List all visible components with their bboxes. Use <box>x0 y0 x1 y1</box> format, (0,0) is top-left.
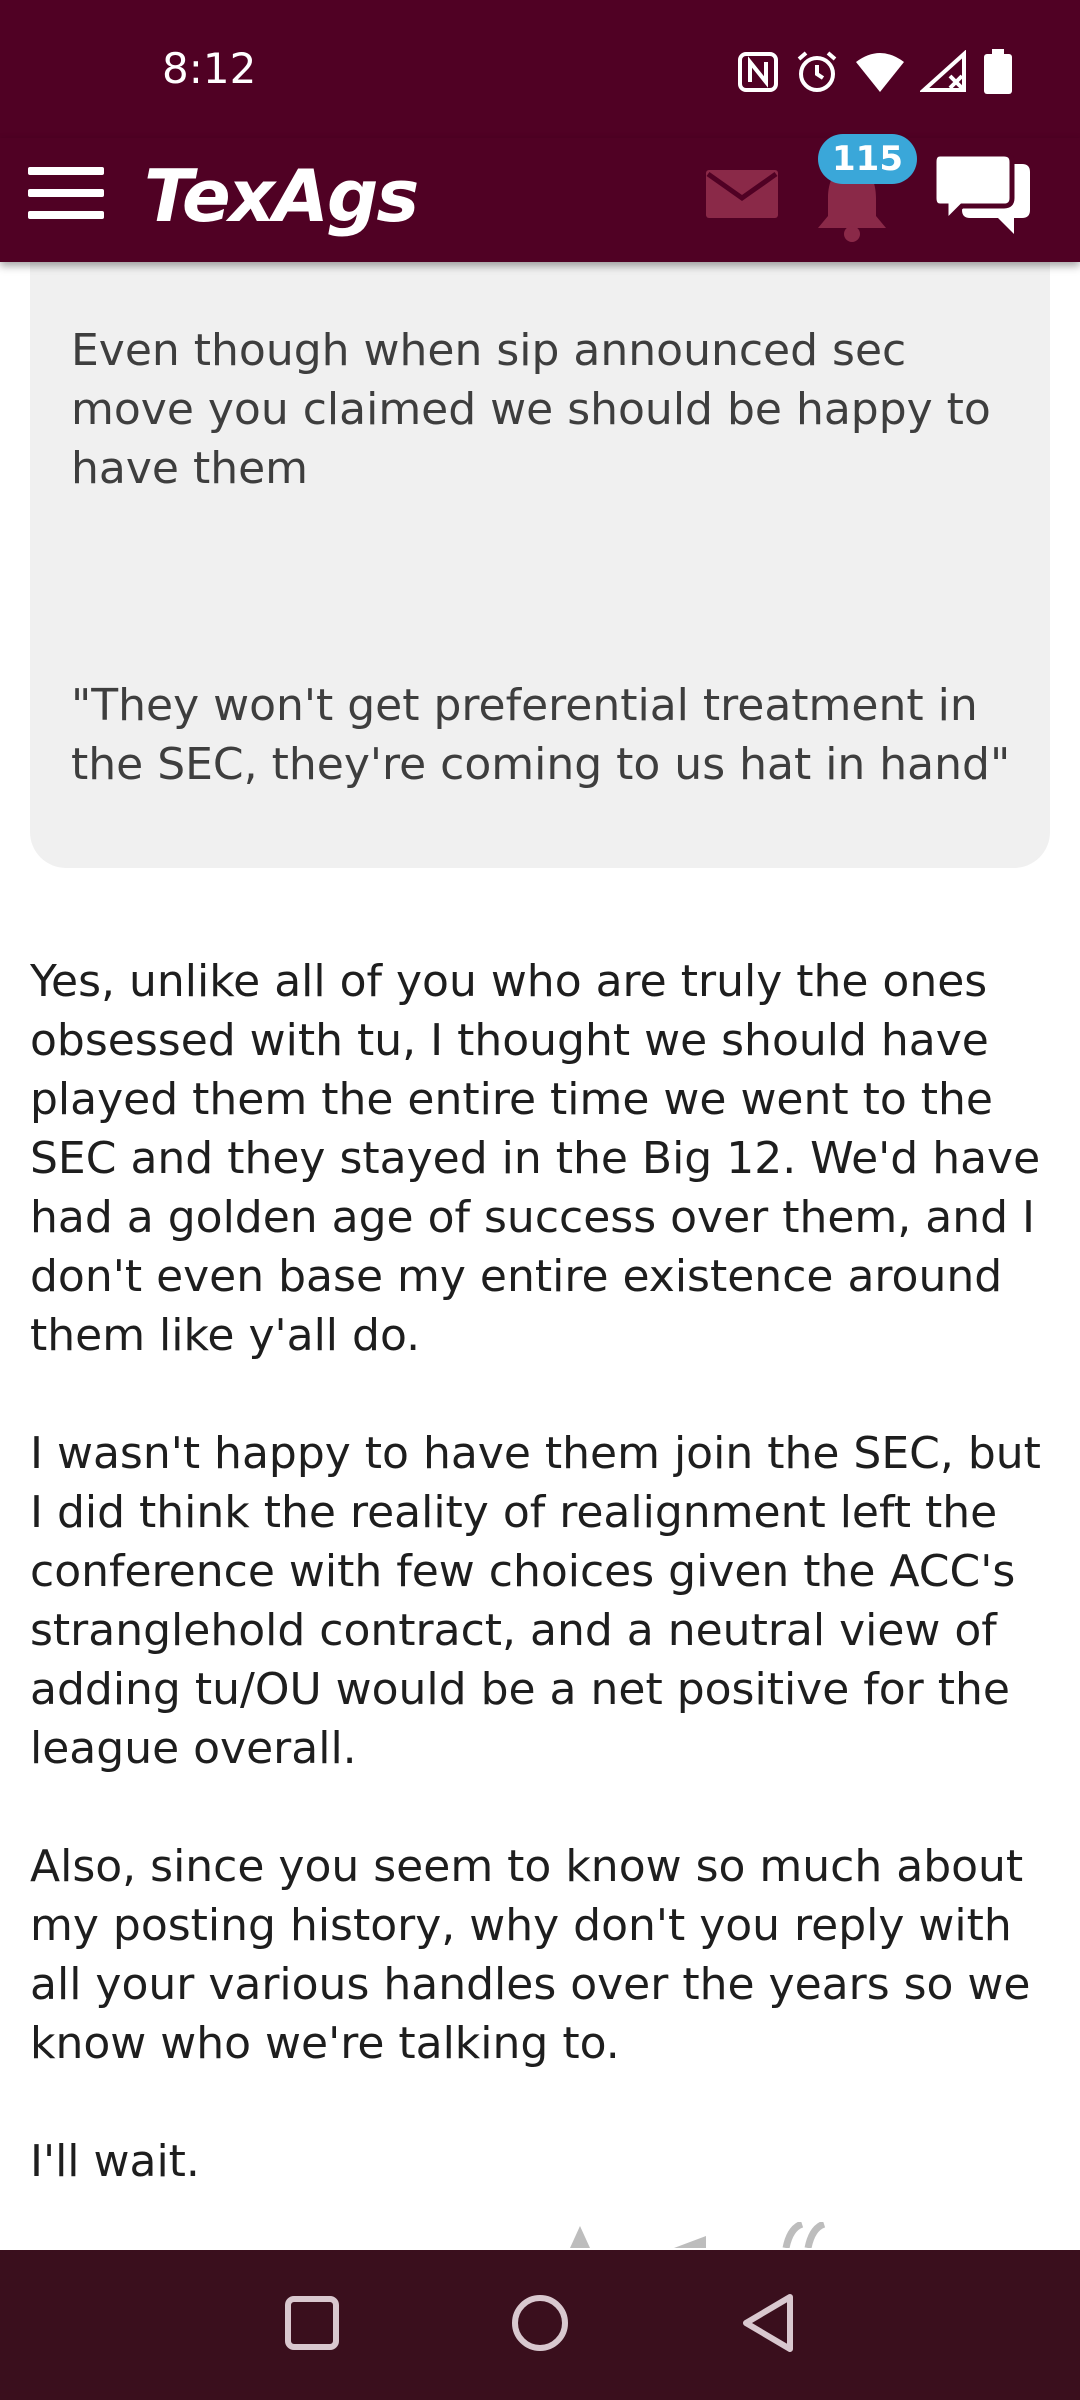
battery-icon <box>982 49 1014 95</box>
quote-paragraph: Even though when sip announced sec move … <box>71 325 991 494</box>
texags-logo[interactable]: TexAgs <box>144 146 419 246</box>
thumbs-up-icon[interactable] <box>560 2222 600 2250</box>
status-bar: 8:12 <box>0 0 1080 145</box>
post-paragraph: Yes, unlike all of you who are truly the… <box>30 956 1041 1361</box>
wifi-icon <box>854 50 906 94</box>
nfc-icon <box>736 50 780 94</box>
post-actions-peek <box>560 2220 880 2250</box>
alarm-icon <box>794 49 840 95</box>
status-time: 8:12 <box>162 44 257 93</box>
post-paragraph: I wasn't happy to have them join the SEC… <box>30 1428 1041 1774</box>
chat-icon[interactable] <box>931 150 1034 246</box>
post-paragraph: I'll wait. <box>30 2136 200 2187</box>
menu-icon-bar <box>28 189 104 197</box>
app-header: TexAgs 115 <box>0 134 1080 262</box>
recents-button[interactable] <box>284 2295 340 2355</box>
quote-paragraph: "They won't get preferential treatment i… <box>71 680 1011 790</box>
home-button[interactable] <box>510 2293 570 2357</box>
post-paragraph: Also, since you seem to know so much abo… <box>30 1841 1031 2069</box>
menu-icon-bar <box>28 211 104 219</box>
quote-block: Even though when sip announced sec move … <box>30 262 1050 868</box>
signal-icon <box>920 50 968 94</box>
menu-button[interactable] <box>28 158 108 228</box>
notification-badge: 115 <box>818 134 917 184</box>
back-button[interactable] <box>740 2293 796 2357</box>
thumbs-down-icon[interactable] <box>670 2222 710 2250</box>
menu-icon-bar <box>28 167 104 175</box>
post-content: Even though when sip announced sec move … <box>0 262 1080 2250</box>
post-body: Yes, unlike all of you who are truly the… <box>30 952 1054 2250</box>
quote-icon[interactable] <box>780 2220 830 2250</box>
system-nav-bar <box>0 2250 1080 2400</box>
status-icons <box>736 44 1014 100</box>
mail-icon[interactable] <box>704 166 780 226</box>
